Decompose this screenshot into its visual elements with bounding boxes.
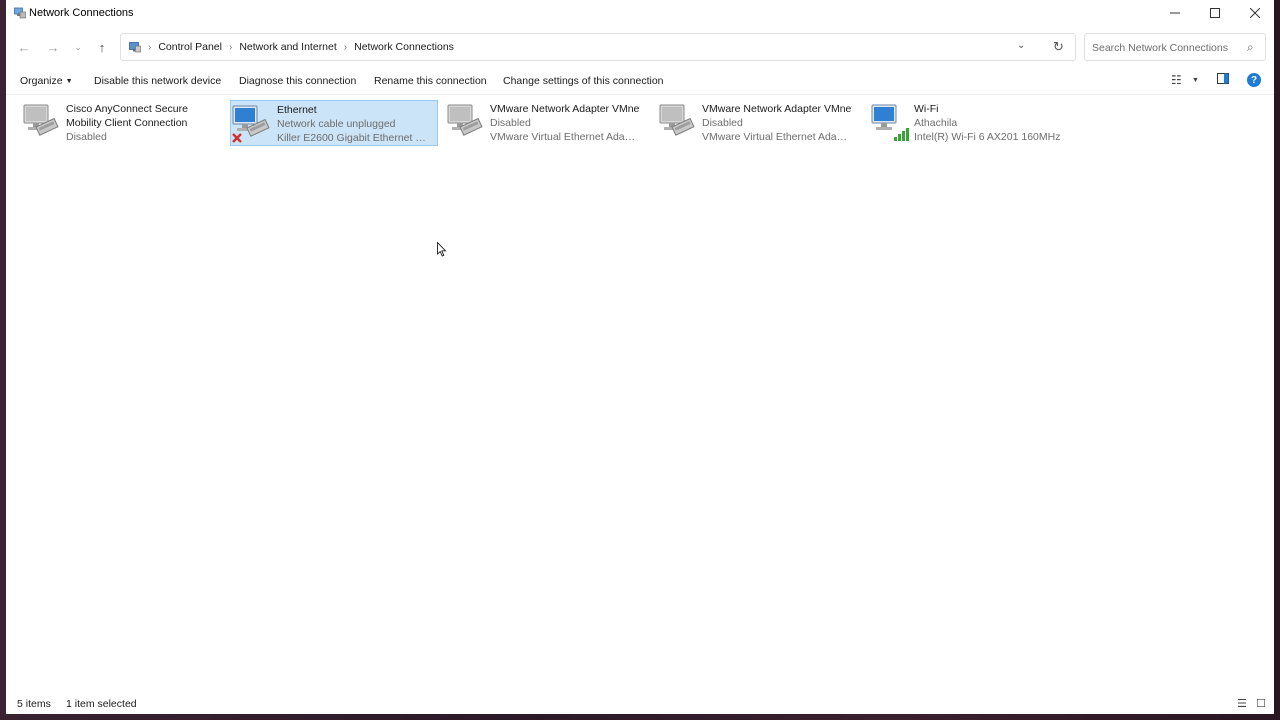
mouse-cursor-icon [437, 242, 447, 257]
arrow-right-icon: → [46, 39, 60, 55]
diagnose-button[interactable]: Diagnose this connection [239, 75, 356, 87]
arrow-left-icon: ← [17, 39, 31, 55]
item-name: Wi-Fi [914, 103, 939, 115]
organize-label: Organize [20, 75, 63, 87]
breadcrumb-network-connections[interactable]: Network Connections [354, 41, 454, 53]
back-button[interactable]: ← [15, 38, 33, 56]
change-settings-button[interactable]: Change settings of this connection [503, 75, 664, 87]
network-adapter-icon [23, 104, 59, 136]
command-bar: Organize ▼ Disable this network device Di… [6, 68, 1274, 95]
maximize-icon [1210, 8, 1220, 18]
item-count: 5 items [17, 698, 51, 710]
close-icon [1250, 8, 1260, 18]
recent-locations-button[interactable]: ⌄ [69, 38, 87, 56]
network-adapter-icon [659, 104, 695, 136]
address-bar[interactable]: › Control Panel › Network and Internet ›… [120, 33, 1076, 61]
details-view-icon[interactable]: ☰ [1237, 697, 1247, 710]
chevron-right-icon: › [228, 41, 233, 53]
connection-item-cisco[interactable]: Cisco AnyConnect Secure Mobility Client … [8, 100, 216, 146]
breadcrumb-network-and-internet[interactable]: Network and Internet [239, 41, 336, 53]
preview-pane-icon[interactable] [1217, 73, 1229, 87]
item-name: VMware Network Adapter VMnet1 [490, 103, 640, 115]
arrow-up-icon: ↑ [98, 39, 106, 55]
breadcrumb-control-panel[interactable]: Control Panel [158, 41, 222, 53]
caret-down-icon: ▼ [65, 77, 73, 85]
address-history-chevron-icon[interactable]: ⌄ [1017, 40, 1025, 51]
organize-button[interactable]: Organize ▼ [20, 75, 73, 87]
chevron-right-icon: › [148, 41, 152, 53]
maximize-button[interactable] [1195, 0, 1235, 26]
change-view-icon[interactable]: ☷ [1171, 73, 1182, 87]
title-bar[interactable]: Network Connections [6, 0, 1274, 26]
item-texts: VMware Network Adapter VMnet8 Disabled V… [702, 102, 852, 144]
item-name: Ethernet [277, 104, 317, 116]
chevron-right-icon: › [343, 41, 348, 53]
signal-bars-icon [894, 128, 909, 141]
item-texts: VMware Network Adapter VMnet1 Disabled V… [490, 102, 640, 144]
navigation-bar: ← → ⌄ ↑ › Control Panel › Network and In… [6, 32, 1274, 62]
ethernet-adapter-icon [232, 105, 270, 143]
item-status: Disabled [490, 117, 531, 129]
connection-item-vmnet8[interactable]: VMware Network Adapter VMnet8 Disabled V… [644, 100, 852, 146]
network-connections-icon [14, 7, 26, 19]
item-adapter: Intel(R) Wi-Fi 6 AX201 160MHz [914, 131, 1061, 143]
item-status: Disabled [702, 117, 743, 129]
disable-device-button[interactable]: Disable this network device [94, 75, 221, 87]
refresh-icon[interactable]: ↻ [1053, 39, 1064, 55]
search-box[interactable]: ⌕ [1084, 33, 1266, 61]
item-status: Athachila [914, 117, 958, 129]
connection-item-vmnet1[interactable]: VMware Network Adapter VMnet1 Disabled V… [432, 100, 640, 146]
selection-count: 1 item selected [66, 698, 137, 710]
status-bar: 5 items 1 item selected ☰ ☐ [6, 696, 1274, 714]
wifi-adapter-icon [871, 104, 909, 141]
item-name: Cisco AnyConnect Secure Mobility Client … [66, 103, 188, 129]
item-texts: Ethernet Network cable unplugged Killer … [277, 103, 427, 145]
network-adapter-icon [447, 104, 483, 136]
window-title: Network Connections [29, 7, 134, 19]
forward-button[interactable]: → [44, 38, 62, 56]
view-options-caret-icon[interactable]: ▼ [1192, 77, 1199, 84]
close-button[interactable] [1235, 0, 1274, 26]
item-adapter: VMware Virtual Ethernet Adapter ... [702, 131, 852, 143]
minimize-icon [1170, 12, 1180, 14]
connection-item-ethernet[interactable]: Ethernet Network cable unplugged Killer … [230, 100, 438, 146]
rename-button[interactable]: Rename this connection [374, 75, 487, 87]
item-status: Network cable unplugged [277, 118, 396, 130]
explorer-window: Network Connections ← → ⌄ ↑ › Control Pa… [6, 0, 1274, 714]
item-status: Disabled [66, 131, 107, 143]
item-name: VMware Network Adapter VMnet8 [702, 103, 852, 115]
chevron-down-icon: ⌄ [74, 41, 82, 52]
connection-item-wifi[interactable]: Wi-Fi Athachila Intel(R) Wi-Fi 6 AX201 1… [856, 100, 1064, 146]
search-icon[interactable]: ⌕ [1247, 40, 1254, 55]
minimize-button[interactable] [1155, 0, 1195, 26]
help-icon[interactable]: ? [1247, 73, 1261, 87]
disconnected-x-icon [232, 133, 242, 143]
large-icons-view-icon[interactable]: ☐ [1256, 697, 1266, 710]
item-texts: Wi-Fi Athachila Intel(R) Wi-Fi 6 AX201 1… [914, 102, 1064, 144]
up-button[interactable]: ↑ [93, 38, 111, 56]
control-panel-icon [129, 41, 141, 52]
search-input[interactable] [1090, 39, 1244, 57]
item-adapter: VMware Virtual Ethernet Adapter ... [490, 131, 640, 143]
breadcrumb: › Control Panel › Network and Internet ›… [129, 41, 454, 53]
item-texts: Cisco AnyConnect Secure Mobility Client … [66, 102, 216, 144]
item-adapter: Killer E2600 Gigabit Ethernet Cont... [277, 132, 427, 144]
